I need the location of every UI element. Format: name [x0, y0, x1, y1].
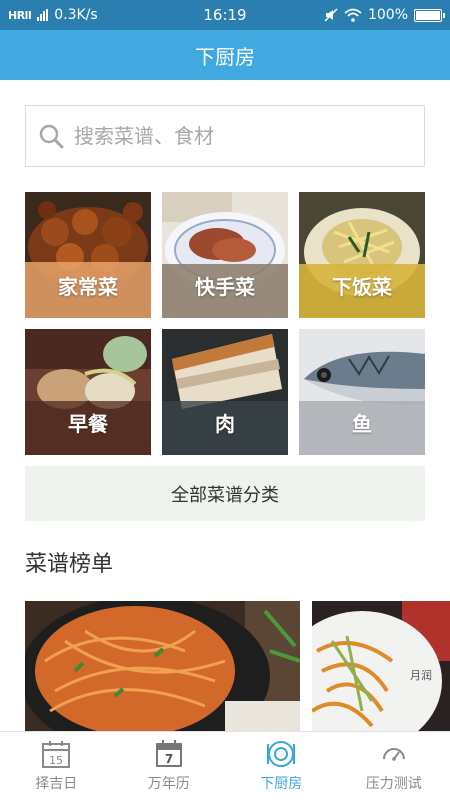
battery-percent: 100% — [367, 7, 408, 23]
network-speed: 0.3K/s — [54, 7, 98, 23]
category-label: 家常菜 — [58, 275, 118, 299]
status-left: HRll 0.3K/s — [8, 7, 158, 23]
calendar-7-icon: 7 — [155, 740, 182, 767]
tab-label: 下厨房 — [260, 776, 303, 792]
battery-icon — [414, 8, 445, 22]
bottom-tab-bar: 15 择吉日 7 万年历 下厨房 压力测试 — [0, 731, 450, 800]
svg-text:7: 7 — [165, 752, 173, 766]
ranking-card-2[interactable]: 月润 — [312, 601, 450, 731]
tab-perpetual-calendar[interactable]: 7 万年历 — [113, 732, 226, 800]
tab-label: 择吉日 — [35, 776, 78, 792]
category-label: 肉 — [215, 412, 235, 436]
ranking-card-1[interactable] — [25, 601, 300, 731]
page-title: 下厨房 — [195, 44, 255, 69]
tab-label: 压力测试 — [365, 776, 422, 792]
category-grid: 家常菜 快手菜 下饭菜 早餐 肉 鱼 — [25, 192, 425, 455]
stir-fry-photo: 月润 — [312, 601, 450, 731]
tab-kitchen[interactable]: 下厨房 — [225, 732, 338, 800]
status-bar: HRll 0.3K/s 16:19 100% — [0, 0, 450, 30]
status-right: 100% — [292, 7, 445, 23]
tab-auspicious-day[interactable]: 15 择吉日 — [0, 732, 113, 800]
wifi-icon — [344, 8, 362, 22]
search-icon — [39, 124, 64, 149]
category-fish[interactable]: 鱼 — [299, 329, 425, 455]
all-categories-button[interactable]: 全部菜谱分类 — [25, 466, 425, 521]
category-label: 下饭菜 — [332, 275, 392, 299]
category-label: 早餐 — [68, 412, 108, 436]
tab-label: 万年历 — [147, 776, 190, 792]
calendar-15-icon: 15 — [42, 741, 71, 768]
ranking-title: 菜谱榜单 — [25, 552, 114, 577]
category-label: 快手菜 — [195, 275, 255, 299]
all-categories-label: 全部菜谱分类 — [171, 484, 279, 506]
status-time: 16:19 — [203, 6, 247, 24]
tab-stress-test[interactable]: 压力测试 — [338, 732, 450, 800]
category-label: 鱼 — [352, 412, 372, 436]
gauge-icon — [382, 748, 405, 761]
category-home-cooking[interactable]: 家常菜 — [25, 192, 151, 318]
svg-text:月润: 月润 — [410, 668, 432, 682]
category-quick-dish[interactable]: 快手菜 — [162, 192, 288, 318]
search-bar[interactable] — [25, 105, 425, 167]
mute-icon — [324, 8, 338, 22]
category-meat[interactable]: 肉 — [162, 329, 288, 455]
noodles-photo — [25, 601, 300, 731]
header: 下厨房 — [0, 30, 450, 80]
category-rice-dish[interactable]: 下饭菜 — [299, 192, 425, 318]
search-input[interactable] — [74, 124, 394, 148]
category-breakfast[interactable]: 早餐 — [25, 329, 151, 455]
network-indicator: HRll — [8, 8, 32, 22]
signal-icon — [37, 9, 49, 21]
kitchen-icon — [267, 741, 296, 767]
svg-text:15: 15 — [49, 754, 63, 767]
